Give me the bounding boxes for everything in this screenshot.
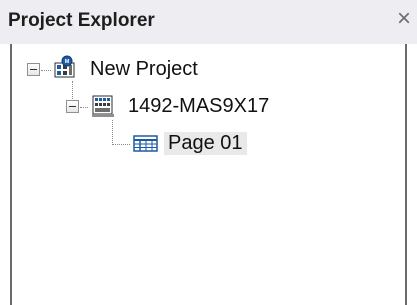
- device-icon: [90, 93, 116, 119]
- project-collapse-toggle[interactable]: [27, 63, 40, 76]
- tree-item-device-label[interactable]: 1492-MAS9X17: [128, 95, 269, 118]
- panel-title-bar: Project Explorer ×: [0, 0, 417, 44]
- page-icon: [132, 131, 160, 157]
- project-explorer-panel: Project Explorer × M New Project 1492-MA…: [0, 0, 417, 305]
- tree-connector: [41, 70, 51, 71]
- tree-item-project-label[interactable]: New Project: [90, 58, 198, 81]
- project-icon: M: [52, 55, 78, 81]
- panel-title: Project Explorer: [8, 10, 155, 31]
- tree-connector: [112, 144, 130, 145]
- close-icon[interactable]: ×: [393, 6, 415, 32]
- project-tree: M New Project 1492-MAS9X17 Page 01: [10, 44, 407, 305]
- tree-connector: [112, 120, 113, 145]
- tree-connector: [80, 107, 88, 108]
- device-collapse-toggle[interactable]: [66, 100, 79, 113]
- svg-text:M: M: [65, 59, 70, 65]
- tree-item-page-label[interactable]: Page 01: [164, 132, 247, 155]
